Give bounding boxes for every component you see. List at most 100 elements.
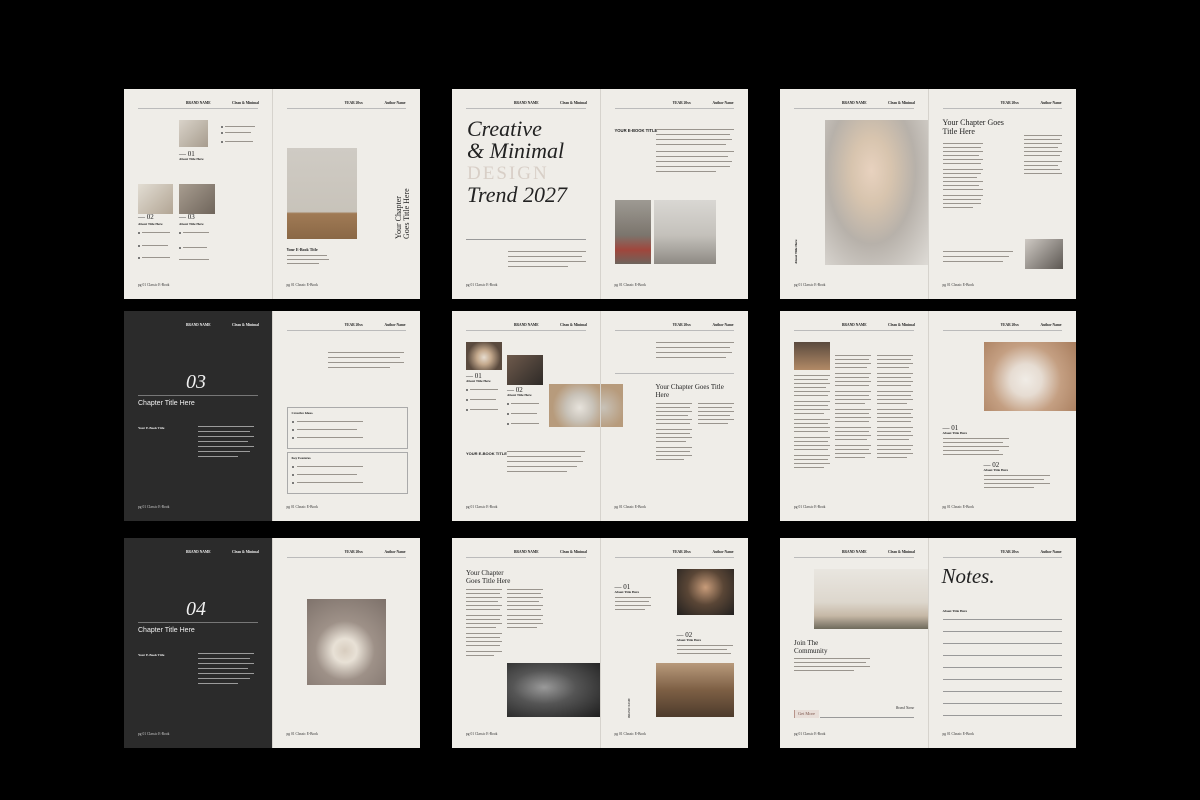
subtitle: Clean & Minimal [888, 101, 915, 105]
author: Author Name [1040, 550, 1062, 554]
spread-7: BRAND NAME Clean & Minimal 04 Chapter Ti… [124, 538, 420, 748]
about-title-2: About Title Here [983, 468, 1009, 472]
cover-line-2: & Minimal [467, 138, 565, 163]
page-ring-vase: YEAR 20xx Author Name pg 01 Classic E-Bo… [271, 538, 420, 748]
year: YEAR 20xx [672, 101, 691, 105]
spread-3: BRAND NAME Clean & Minimal About Title H… [780, 89, 1076, 299]
photo-dish [466, 342, 502, 370]
ebook-title: YOUR E-BOOK TITLE [466, 451, 507, 456]
footer: pg 01 Classic E-Book [794, 732, 826, 736]
footer-r: pg 01 Classic E-Book [942, 732, 974, 736]
spread-5: BRAND NAME Clean & Minimal — 01 About Ti… [452, 311, 748, 521]
ebook-title-small: Your E-Book Title [286, 247, 318, 252]
page-food-text: YEAR 20xx Author Name Your Chapter Goes … [599, 311, 748, 521]
subtitle: Clean & Minimal [888, 550, 915, 554]
notes-title: Notes. [941, 564, 995, 588]
get-more-label: Get More [798, 711, 815, 716]
author: Author Name [1040, 101, 1062, 105]
number-03: — 03 [179, 213, 195, 221]
spread-4: BRAND NAME Clean & Minimal 03 Chapter Ti… [124, 311, 420, 521]
cover-line-3: DESIGN [467, 163, 549, 184]
photo-portrait-small [1024, 239, 1063, 269]
footer: pg 01 Classic E-Book [138, 505, 170, 509]
join-heading: Join The Community [794, 639, 828, 655]
chapter-heading: Your Chapter Goes Title Here [466, 569, 511, 585]
footer: pg 01 Classic E-Book [794, 283, 826, 287]
footer-r: pg 01 Classic E-Book [942, 505, 974, 509]
chapter-heading: Your Chapter Goes Title Here [655, 383, 724, 399]
footer-r: pg 01 Classic E-Book [286, 505, 318, 509]
page-right: YEAR 20xx Author Name Your Chapter Goes … [271, 89, 420, 299]
page-ideas: YEAR 20xx Author Name Creative Ideas. Ke… [271, 311, 420, 521]
footer: pg 01 Classic E-Book [466, 283, 498, 287]
brand-name: BRAND NAME [514, 101, 539, 105]
page-chapter-text: YEAR 20xx Author Name Your Chapter Goes … [927, 89, 1076, 299]
chapter-vertical-title: Your Chapter Goes Title Here [393, 188, 411, 239]
about-title: About Title Here [179, 157, 204, 161]
brand-name: BRAND NAME [842, 101, 867, 105]
photo-plate-right [600, 384, 623, 427]
get-more-button[interactable]: Get More [794, 710, 819, 718]
photo-portrait [825, 120, 928, 265]
footer-r: pg 01 Classic E-Book [286, 732, 318, 736]
about-title-2: About Title Here [507, 393, 532, 397]
about-title-3: About Title Here [179, 222, 204, 226]
year: YEAR 20xx [1000, 101, 1019, 105]
author: Author Name [384, 101, 406, 105]
subtitle: Clean & Minimal [888, 323, 915, 327]
photo-plant [179, 120, 208, 147]
footer: pg 01 Classic E-Book [466, 505, 498, 509]
subtitle: Clean & Minimal [560, 323, 587, 327]
footer-r: pg 01 Classic E-Book [614, 505, 646, 509]
page-ebook-title: YEAR 20xx Author Name YOUR E-BOOK TITLE … [599, 89, 748, 299]
page-chapter-bw: BRAND NAME Clean & Minimal Your Chapter … [452, 538, 600, 748]
page-sculpture: YEAR 20xx Author Name — 01 About Title H… [927, 311, 1076, 521]
photo-bathroom [814, 569, 928, 629]
ebook-title-label: Your E-Book Title [138, 426, 165, 430]
about-title-2: About Title Here [676, 638, 702, 642]
footer-r: pg 01 Classic E-Book [286, 283, 318, 287]
year: YEAR 20xx [344, 323, 363, 327]
spread-9: BRAND NAME Clean & Minimal Join The Comm… [780, 538, 1076, 748]
creative-ideas-box: Creative Ideas. [286, 407, 408, 449]
author: Author Name [712, 550, 734, 554]
about-title: About Title Here [614, 590, 640, 594]
photo-decor [179, 184, 215, 214]
vertical-caption: BRAND NAME [626, 698, 631, 718]
page-food: BRAND NAME Clean & Minimal — 01 About Ti… [452, 311, 600, 521]
page-portraits: YEAR 20xx Author Name — 01 About Title H… [599, 538, 748, 748]
brand-signature: Brand Name [896, 706, 915, 710]
ebook-title: YOUR E-BOOK TITLE [614, 128, 658, 133]
chapter-number: 03 [186, 371, 206, 393]
photo-vase-branch [286, 148, 357, 239]
footer: pg 01 Classic E-Book [138, 283, 170, 287]
photo-plate [549, 384, 600, 427]
footer-r: pg 01 Classic E-Book [614, 283, 646, 287]
brand-name: BRAND NAME [842, 323, 867, 327]
year: YEAR 20xx [672, 550, 691, 554]
chapter-title: Chapter Title Here [138, 627, 195, 634]
about-vertical: About Title Here [794, 239, 798, 265]
page-chapter-03: BRAND NAME Clean & Minimal 03 Chapter Ti… [124, 311, 272, 521]
photo-kitchen [653, 200, 716, 264]
brand-name: BRAND NAME [186, 323, 211, 327]
page-notes: YEAR 20xx Author Name Notes. About Title… [927, 538, 1076, 748]
page-columns: BRAND NAME Clean & Minimal pg 01 Classic… [780, 311, 928, 521]
year: YEAR 20xx [1000, 323, 1019, 327]
about-title: About Title Here [466, 379, 491, 383]
footer: pg 01 Classic E-Book [466, 732, 498, 736]
cover-line-4: Trend 2027 [467, 182, 568, 207]
photo-objects [794, 342, 830, 370]
page-left: BRAND NAME Clean & Minimal — 01 About Ti… [124, 89, 272, 299]
footer: pg 01 Classic E-Book [138, 732, 170, 736]
year: YEAR 20xx [344, 550, 363, 554]
brand-name: BRAND NAME [186, 550, 211, 554]
photo-sculpture [983, 342, 1076, 411]
footer-r: pg 01 Classic E-Book [942, 283, 974, 287]
photo-bw-woman [507, 663, 600, 717]
author: Author Name [1040, 323, 1062, 327]
subtitle: Clean & Minimal [560, 101, 587, 105]
photo-chef [507, 355, 543, 385]
key-features-title: Key Features [291, 456, 311, 460]
year: YEAR 20xx [672, 323, 691, 327]
